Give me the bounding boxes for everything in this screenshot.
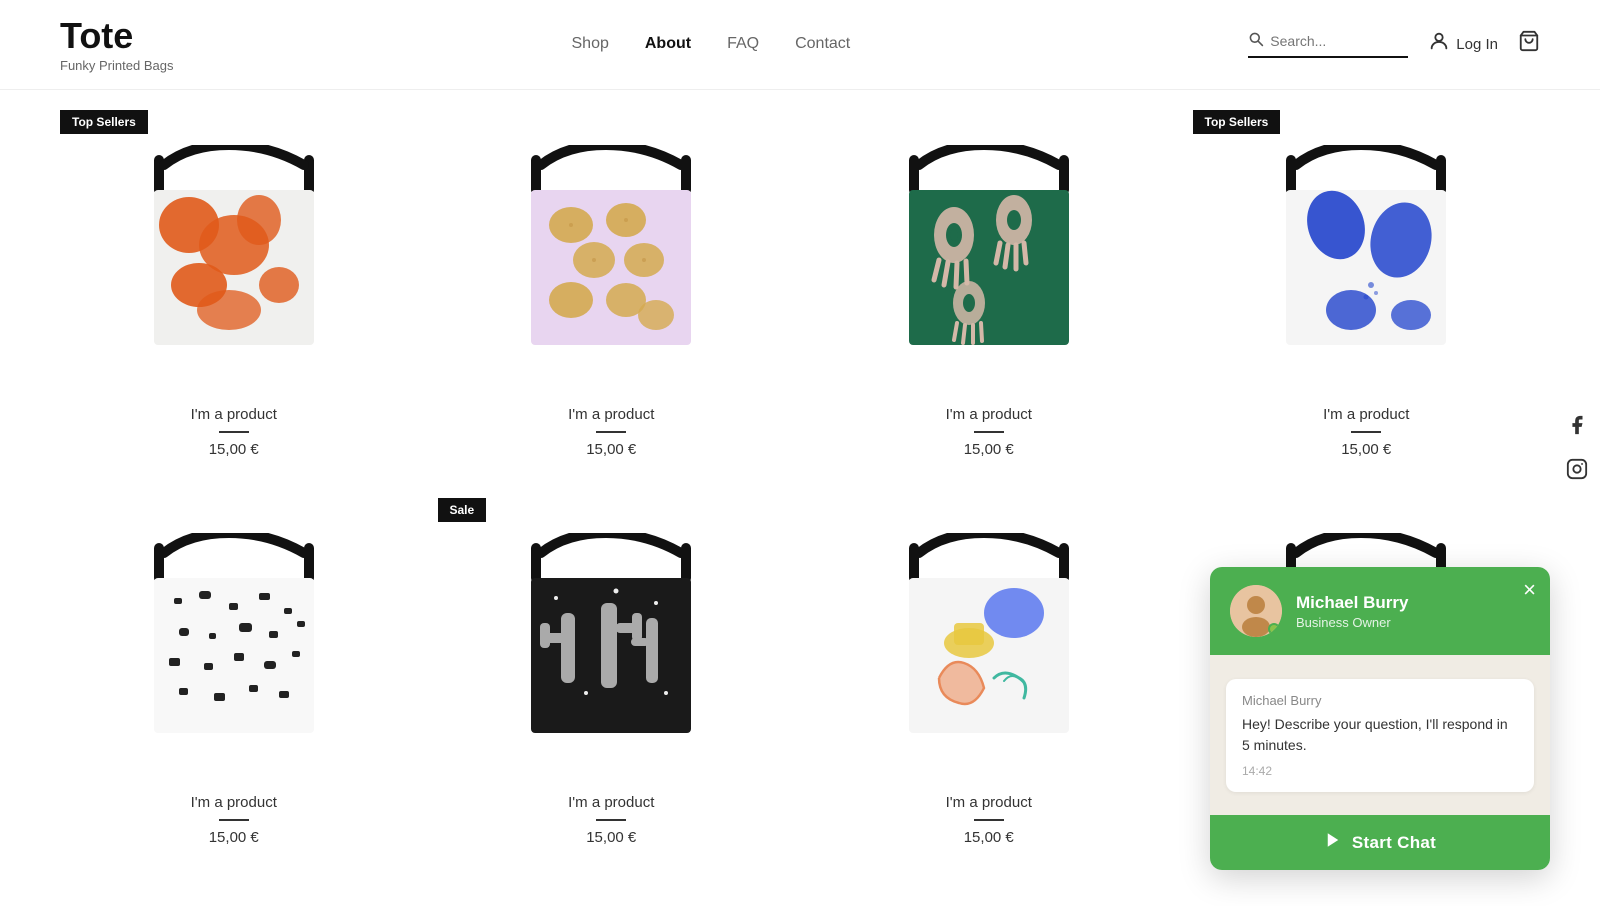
site-title: Tote — [60, 16, 173, 56]
social-sidebar — [1566, 414, 1588, 486]
product-card-4[interactable]: Top Sellers I'm a — [1193, 110, 1541, 458]
bag-svg-1 — [149, 145, 319, 355]
chat-message: Michael Burry Hey! Describe your questio… — [1226, 679, 1534, 792]
product-divider-5 — [219, 819, 249, 821]
product-name-4: I'm a product — [1193, 406, 1541, 423]
nav-shop[interactable]: Shop — [572, 35, 609, 53]
product-price-1: 15,00 € — [60, 441, 408, 458]
product-info-7: I'm a product 15,00 € — [815, 794, 1163, 846]
product-image-5 — [60, 498, 408, 778]
login-label: Log In — [1456, 36, 1498, 53]
product-image-3 — [815, 110, 1163, 390]
product-price-3: 15,00 € — [815, 441, 1163, 458]
product-divider-4 — [1351, 431, 1381, 433]
product-name-6: I'm a product — [438, 794, 786, 811]
search-input[interactable] — [1270, 33, 1400, 49]
site-subtitle: Funky Printed Bags — [60, 58, 173, 73]
bag-svg-5 — [149, 533, 319, 743]
chat-header: Michael Burry Business Owner × — [1210, 567, 1550, 655]
product-info-6: I'm a product 15,00 € — [438, 794, 786, 846]
bag-svg-2 — [526, 145, 696, 355]
chat-body: Michael Burry Hey! Describe your questio… — [1210, 655, 1550, 815]
product-name-7: I'm a product — [815, 794, 1163, 811]
message-sender: Michael Burry — [1242, 693, 1518, 708]
product-info-4: I'm a product 15,00 € — [1193, 406, 1541, 458]
nav-contact[interactable]: Contact — [795, 35, 850, 53]
product-price-6: 15,00 € — [438, 829, 786, 846]
product-info-2: I'm a product 15,00 € — [438, 406, 786, 458]
message-time: 14:42 — [1242, 764, 1518, 778]
product-divider-7 — [974, 819, 1004, 821]
bag-svg-6 — [526, 533, 696, 743]
nav-about[interactable]: About — [645, 35, 691, 53]
product-image-6: Sale — [438, 498, 786, 778]
badge-sale: Sale — [438, 498, 487, 522]
main-nav: Shop About FAQ Contact — [572, 35, 851, 53]
product-image-7 — [815, 498, 1163, 778]
product-card-5[interactable]: I'm a product 15,00 € — [60, 498, 408, 846]
product-name-1: I'm a product — [60, 406, 408, 423]
login-button[interactable]: Log In — [1428, 30, 1498, 58]
agent-name: Michael Burry — [1296, 593, 1530, 613]
chat-close-button[interactable]: × — [1523, 579, 1536, 601]
online-indicator — [1268, 623, 1280, 635]
facebook-icon[interactable] — [1566, 414, 1588, 442]
start-chat-label: Start Chat — [1352, 833, 1436, 853]
product-image-2 — [438, 110, 786, 390]
product-price-4: 15,00 € — [1193, 441, 1541, 458]
product-card-1[interactable]: Top Sellers — [60, 110, 408, 458]
send-icon — [1324, 831, 1342, 854]
agent-info: Michael Burry Business Owner — [1296, 593, 1530, 630]
product-image-4: Top Sellers — [1193, 110, 1541, 390]
product-divider-6 — [596, 819, 626, 821]
chat-widget: Michael Burry Business Owner × Michael B… — [1210, 567, 1550, 870]
logo: Tote Funky Printed Bags — [60, 16, 173, 73]
bag-svg-3 — [904, 145, 1074, 355]
header: Tote Funky Printed Bags Shop About FAQ C… — [0, 0, 1600, 90]
product-price-2: 15,00 € — [438, 441, 786, 458]
bag-svg-7 — [904, 533, 1074, 743]
badge-top-sellers-4: Top Sellers — [1193, 110, 1281, 134]
product-card-3[interactable]: I'm a product 15,00 € — [815, 110, 1163, 458]
product-image-1: Top Sellers — [60, 110, 408, 390]
chat-footer: Start Chat — [1210, 815, 1550, 870]
product-name-2: I'm a product — [438, 406, 786, 423]
product-divider-1 — [219, 431, 249, 433]
product-name-5: I'm a product — [60, 794, 408, 811]
product-grid-row1: Top Sellers — [60, 110, 1540, 458]
product-info-5: I'm a product 15,00 € — [60, 794, 408, 846]
start-chat-button[interactable]: Start Chat — [1210, 815, 1550, 870]
product-card-6[interactable]: Sale — [438, 498, 786, 846]
agent-avatar — [1230, 585, 1282, 637]
product-info-1: I'm a product 15,00 € — [60, 406, 408, 458]
message-text: Hey! Describe your question, I'll respon… — [1242, 714, 1518, 756]
product-divider-3 — [974, 431, 1004, 433]
header-right: Log In — [1248, 30, 1540, 58]
product-name-3: I'm a product — [815, 406, 1163, 423]
product-card-2[interactable]: I'm a product 15,00 € — [438, 110, 786, 458]
badge-top-sellers-1: Top Sellers — [60, 110, 148, 134]
product-price-7: 15,00 € — [815, 829, 1163, 846]
search-icon — [1248, 31, 1264, 52]
product-card-7[interactable]: I'm a product 15,00 € — [815, 498, 1163, 846]
search-box[interactable] — [1248, 31, 1408, 58]
cart-icon[interactable] — [1518, 30, 1540, 58]
bag-svg-4 — [1281, 145, 1451, 355]
instagram-icon[interactable] — [1566, 458, 1588, 486]
product-price-5: 15,00 € — [60, 829, 408, 846]
product-info-3: I'm a product 15,00 € — [815, 406, 1163, 458]
user-icon — [1428, 30, 1450, 58]
product-divider-2 — [596, 431, 626, 433]
agent-role: Business Owner — [1296, 615, 1530, 630]
nav-faq[interactable]: FAQ — [727, 35, 759, 53]
